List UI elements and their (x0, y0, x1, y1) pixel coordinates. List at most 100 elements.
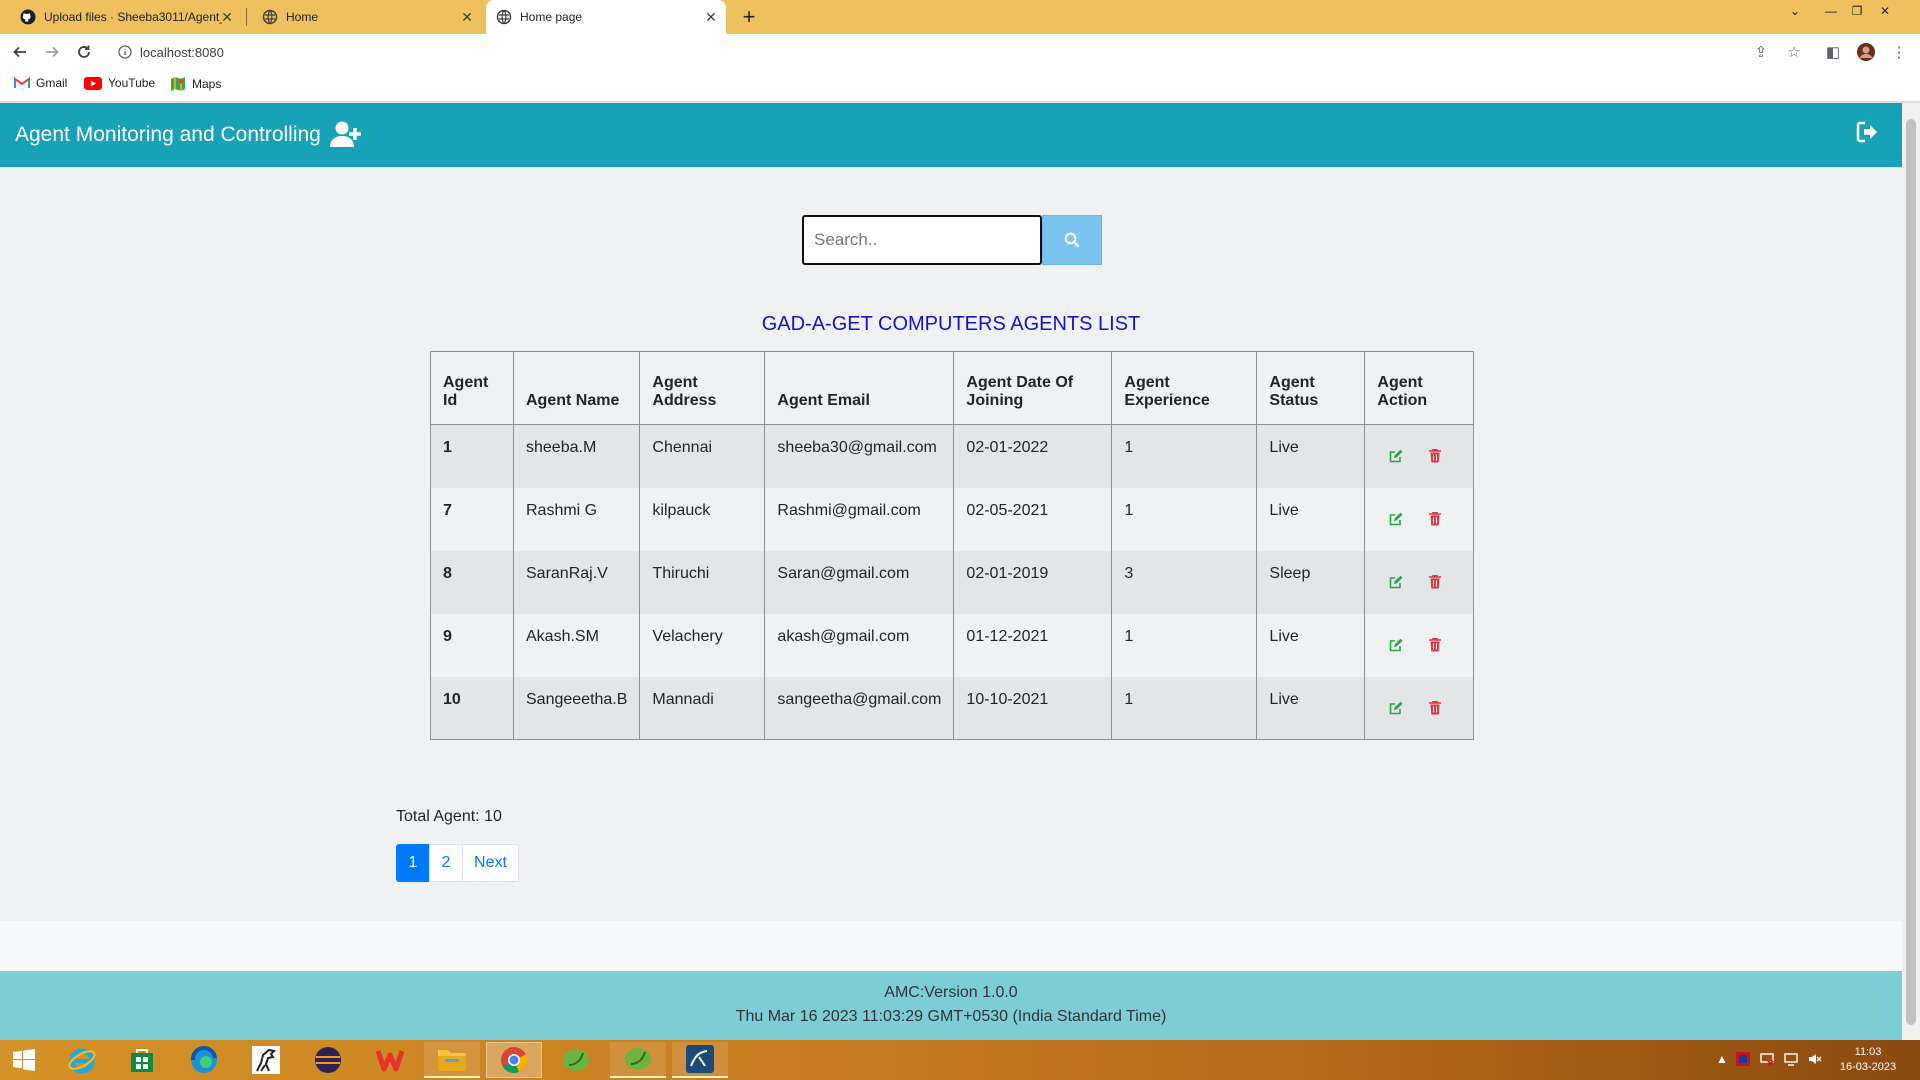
edit-icon[interactable] (1389, 449, 1403, 463)
bookmark-maps[interactable]: Maps (170, 76, 221, 92)
display-tray-icon[interactable] (1784, 1052, 1798, 1066)
page-link-1[interactable]: 1 (396, 844, 430, 882)
address-bar[interactable]: localhost:8080 (108, 38, 1780, 66)
search-button[interactable] (1042, 215, 1102, 265)
bookmark-star-icon[interactable]: ☆ (1783, 41, 1805, 63)
store-icon[interactable] (114, 1042, 170, 1078)
share-icon[interactable]: ⇪ (1750, 41, 1772, 63)
back-icon[interactable] (8, 40, 32, 64)
delete-icon[interactable] (1429, 574, 1442, 589)
cell-email: Saran@gmail.com (764, 550, 955, 614)
app-footer: AMC:Version 1.0.0 Thu Mar 16 2023 11:03:… (0, 971, 1902, 1040)
new-tab-button[interactable]: + (736, 4, 762, 30)
close-icon[interactable]: ✕ (218, 8, 236, 26)
maps-icon (170, 76, 186, 92)
spring-tool-icon[interactable] (548, 1042, 604, 1078)
bookmark-youtube[interactable]: YouTube (84, 76, 155, 90)
column-header-doj: Agent Date Of Joining (953, 351, 1113, 425)
show-hidden-icons[interactable]: ▲ (1716, 1052, 1728, 1066)
wps-office-icon[interactable] (362, 1042, 418, 1078)
scrollbar-thumb[interactable] (1906, 119, 1916, 1025)
column-header-name: Agent Name (512, 351, 641, 425)
table-row: 1 sheeba.M Chennai sheeba30@gmail.com 02-01-… (430, 424, 1475, 488)
file-explorer-icon[interactable] (424, 1042, 480, 1078)
antivirus-tray-icon[interactable] (1736, 1052, 1750, 1066)
mysql-workbench-icon[interactable] (672, 1042, 728, 1078)
cell-address: Velachery (639, 613, 766, 677)
column-header-experience: Agent Experience (1111, 351, 1258, 425)
page-link-2[interactable]: 2 (429, 844, 463, 882)
add-user-icon[interactable] (330, 120, 362, 148)
network-tray-icon[interactable] (1760, 1052, 1774, 1066)
app-brand[interactable]: Agent Monitoring and Controlling (15, 123, 321, 147)
close-icon[interactable]: ✕ (458, 8, 476, 26)
bookmark-label: Gmail (36, 76, 68, 90)
forward-icon[interactable] (40, 40, 64, 64)
system-clock[interactable]: 11:03 16-03-2023 (1838, 1045, 1898, 1075)
globe-icon (496, 9, 512, 25)
windows-logo-icon (13, 1049, 35, 1071)
start-button[interactable] (0, 1042, 48, 1078)
cell-experience: 1 (1111, 613, 1258, 677)
edit-icon[interactable] (1389, 575, 1403, 589)
spring-tool-icon-2[interactable] (610, 1042, 666, 1078)
cell-address: Chennai (639, 424, 766, 488)
close-icon[interactable]: ✕ (702, 8, 720, 26)
cell-experience: 1 (1111, 676, 1258, 740)
cell-status: Live (1256, 424, 1366, 488)
delete-icon[interactable] (1429, 511, 1442, 526)
reload-icon[interactable] (72, 40, 96, 64)
cell-action (1364, 676, 1475, 740)
cell-action (1364, 424, 1475, 488)
bookmark-label: YouTube (108, 76, 156, 90)
cell-email: akash@gmail.com (764, 613, 955, 677)
table-row: 10 Sangeeetha.B Mannadi sangeetha@gmail.com… (430, 676, 1475, 740)
cell-doj: 02-01-2022 (953, 424, 1113, 488)
row-actions (1377, 628, 1461, 652)
pagination: 1 2 Next (396, 844, 519, 882)
browser-tab-upload-files[interactable]: Upload files · Sheeba3011/Agent_Monitori… (10, 0, 242, 34)
row-actions (1377, 439, 1461, 463)
search-input[interactable] (802, 215, 1042, 265)
window-close-icon[interactable]: ✕ (1870, 0, 1900, 22)
eclipse-icon[interactable] (300, 1042, 356, 1078)
row-actions (1377, 502, 1461, 526)
browser-tab-home-page[interactable]: Home page ✕ (486, 0, 726, 34)
cell-email: sangeetha@gmail.com (764, 676, 955, 740)
site-info-icon[interactable] (118, 45, 132, 59)
bookmarks-bar: Gmail YouTube Maps (0, 70, 1920, 102)
next-page-link[interactable]: Next (462, 844, 519, 882)
chrome-icon[interactable] (486, 1042, 542, 1078)
bookmark-gmail[interactable]: Gmail (14, 76, 67, 90)
clock-time: 11:03 (1854, 1046, 1882, 1058)
row-actions (1377, 691, 1461, 715)
volume-muted-icon[interactable] (1808, 1052, 1822, 1066)
dinosaur-app-icon[interactable] (238, 1042, 294, 1078)
windows-taskbar: ▲ 11:03 16-03-2023 (0, 1040, 1920, 1080)
restore-icon[interactable]: ❐ (1842, 0, 1872, 22)
browser-menu-icon[interactable]: ⋮ (1888, 41, 1910, 63)
edit-icon[interactable] (1389, 512, 1403, 526)
cell-status: Live (1256, 613, 1366, 677)
side-panel-icon[interactable]: ◧ (1822, 41, 1844, 63)
column-header-status: Agent Status (1256, 351, 1366, 425)
url-text: localhost:8080 (140, 44, 224, 60)
bookmark-label: Maps (192, 77, 222, 91)
internet-explorer-icon[interactable] (54, 1042, 110, 1078)
profile-avatar[interactable] (1855, 41, 1877, 63)
cell-experience: 3 (1111, 550, 1258, 614)
cell-action (1364, 487, 1475, 551)
delete-icon[interactable] (1429, 700, 1442, 715)
app-navbar: Agent Monitoring and Controlling (0, 103, 1902, 167)
tab-search-icon[interactable]: ⌄ (1780, 0, 1810, 22)
edit-icon[interactable] (1389, 701, 1403, 715)
logout-icon[interactable] (1856, 121, 1878, 143)
edit-icon[interactable] (1389, 638, 1403, 652)
browser-tab-home[interactable]: Home ✕ (252, 0, 482, 34)
page-scrollbar[interactable] (1902, 103, 1920, 1040)
delete-icon[interactable] (1429, 449, 1442, 463)
delete-icon[interactable] (1429, 637, 1442, 652)
edge-icon[interactable] (176, 1042, 232, 1078)
tab-separator (246, 8, 247, 26)
cell-id: 9 (430, 613, 514, 677)
